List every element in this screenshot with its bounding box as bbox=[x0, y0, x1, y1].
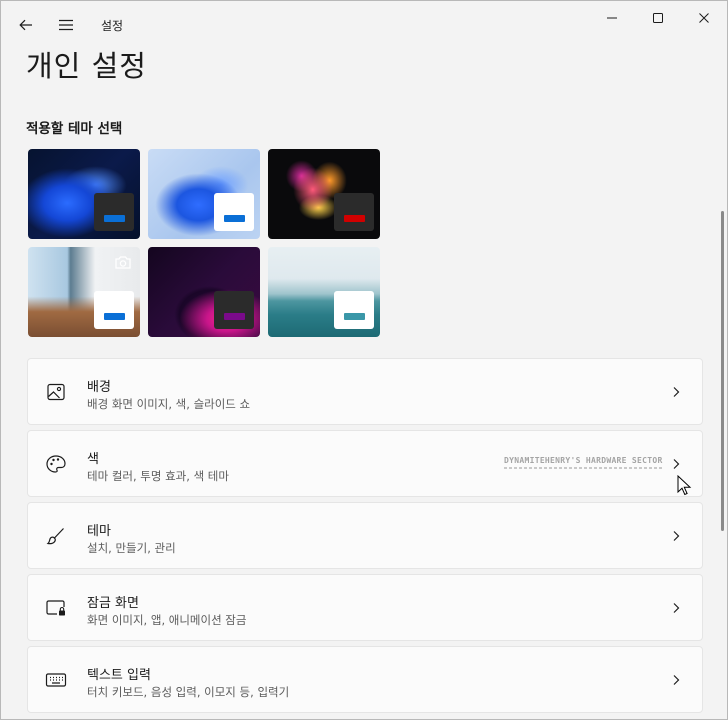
watermark-text: DYNAMITEHENRY'S HARDWARE SECTOR bbox=[504, 456, 663, 465]
minimize-button[interactable] bbox=[589, 1, 635, 35]
camera-icon bbox=[112, 253, 134, 271]
theme-accent-bar bbox=[344, 313, 365, 320]
chevron-right-icon bbox=[670, 601, 682, 615]
card-title: 텍스트 입력 bbox=[87, 668, 151, 683]
back-arrow-icon[interactable] bbox=[13, 12, 39, 38]
theme-mini-window bbox=[334, 193, 374, 231]
close-button[interactable] bbox=[681, 1, 727, 35]
watermark: DYNAMITEHENRY'S HARDWARE SECTOR bbox=[504, 456, 664, 474]
card-title: 색 bbox=[87, 452, 99, 467]
card-subtitle: 터치 키보드, 음성 입력, 이모지 등, 입력기 bbox=[87, 685, 290, 699]
close-icon bbox=[699, 13, 709, 23]
card-subtitle: 테마 컬러, 투명 효과, 색 테마 bbox=[87, 469, 229, 483]
theme-thumbnail[interactable] bbox=[28, 247, 140, 337]
mouse-cursor-icon bbox=[677, 474, 693, 497]
card-colors[interactable]: 색 테마 컬러, 투명 효과, 색 테마 DYNAMITEHENRY'S HAR… bbox=[27, 430, 703, 497]
card-lock-screen[interactable]: 잠금 화면 화면 이미지, 앱, 애니메이션 잠금 bbox=[27, 574, 703, 641]
theme-mini-window bbox=[94, 193, 134, 231]
theme-mini-window bbox=[94, 291, 134, 329]
theme-thumbnail[interactable] bbox=[28, 149, 140, 239]
hamburger-menu-icon[interactable] bbox=[53, 12, 79, 38]
settings-window: 설정 개인 설정 적용할 테마 선택 배경 배경 화면 이미지, 색, 슬라이드… bbox=[0, 0, 728, 720]
chevron-right-icon bbox=[670, 673, 682, 687]
brush-icon bbox=[44, 524, 68, 548]
card-text-input[interactable]: 텍스트 입력 터치 키보드, 음성 입력, 이모지 등, 입력기 bbox=[27, 646, 703, 713]
chevron-right-icon bbox=[670, 529, 682, 543]
theme-accent-bar bbox=[104, 313, 125, 320]
chevron-right-icon bbox=[670, 385, 682, 399]
theme-mini-window bbox=[214, 193, 254, 231]
theme-accent-bar bbox=[224, 215, 245, 222]
window-title: 설정 bbox=[101, 19, 124, 33]
theme-mini-window bbox=[334, 291, 374, 329]
palette-icon bbox=[44, 452, 68, 476]
theme-accent-bar bbox=[224, 313, 245, 320]
chevron-right-icon bbox=[670, 457, 682, 471]
page-title: 개인 설정 bbox=[26, 49, 147, 83]
card-subtitle: 화면 이미지, 앱, 애니메이션 잠금 bbox=[87, 613, 247, 627]
maximize-button[interactable] bbox=[635, 1, 681, 35]
minimize-icon bbox=[607, 17, 617, 19]
watermark-rule bbox=[504, 467, 664, 469]
title-bar: 설정 bbox=[1, 1, 727, 49]
keyboard-icon bbox=[44, 668, 68, 692]
card-title: 잠금 화면 bbox=[87, 596, 139, 611]
vertical-scrollbar[interactable] bbox=[721, 211, 724, 531]
theme-accent-bar bbox=[104, 215, 125, 222]
theme-accent-bar bbox=[344, 215, 365, 222]
image-icon bbox=[44, 380, 68, 404]
theme-thumbnail[interactable] bbox=[268, 149, 380, 239]
card-title: 배경 bbox=[87, 380, 111, 395]
theme-mini-window bbox=[214, 291, 254, 329]
card-subtitle: 설치, 만들기, 관리 bbox=[87, 541, 176, 555]
theme-thumbnail[interactable] bbox=[148, 247, 260, 337]
theme-thumbnail[interactable] bbox=[148, 149, 260, 239]
card-themes[interactable]: 테마 설치, 만들기, 관리 bbox=[27, 502, 703, 569]
maximize-icon bbox=[653, 13, 663, 23]
theme-thumbnail[interactable] bbox=[268, 247, 380, 337]
card-subtitle: 배경 화면 이미지, 색, 슬라이드 쇼 bbox=[87, 397, 251, 411]
lock-screen-icon bbox=[44, 596, 68, 620]
card-background[interactable]: 배경 배경 화면 이미지, 색, 슬라이드 쇼 bbox=[27, 358, 703, 425]
card-title: 테마 bbox=[87, 524, 111, 539]
theme-section-label: 적용할 테마 선택 bbox=[26, 121, 123, 137]
